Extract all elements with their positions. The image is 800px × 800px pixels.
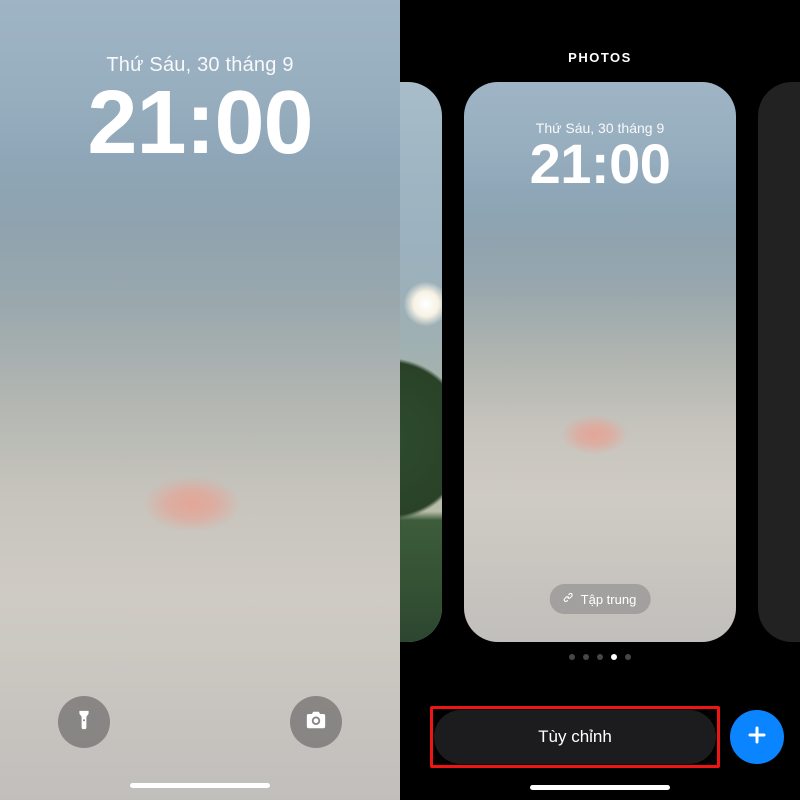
sun-glow bbox=[404, 282, 442, 326]
page-dot bbox=[583, 654, 589, 660]
wallpaper-carousel[interactable]: Thứ Sáu, 30 tháng 9 21:00 Tập trung bbox=[400, 82, 800, 642]
page-dot bbox=[625, 654, 631, 660]
wallpaper-card-current[interactable]: Thứ Sáu, 30 tháng 9 21:00 Tập trung bbox=[464, 82, 736, 642]
page-dot-active bbox=[611, 654, 617, 660]
camera-button[interactable] bbox=[290, 696, 342, 748]
wallpaper-card-next[interactable] bbox=[758, 82, 800, 642]
camera-icon bbox=[305, 709, 327, 736]
focus-pill[interactable]: Tập trung bbox=[550, 584, 651, 614]
page-dots bbox=[400, 654, 800, 660]
page-dot bbox=[569, 654, 575, 660]
trees-silhouette bbox=[400, 352, 442, 642]
home-indicator[interactable] bbox=[530, 785, 670, 790]
link-icon bbox=[562, 591, 575, 607]
plus-icon bbox=[745, 723, 769, 752]
bottom-controls: Tùy chỉnh bbox=[434, 710, 784, 764]
flashlight-icon bbox=[73, 709, 95, 736]
wallpaper-gallery: PHOTOS Thứ Sáu, 30 tháng 9 21:00 Tập tru… bbox=[400, 0, 800, 800]
page-dot bbox=[597, 654, 603, 660]
gallery-title: PHOTOS bbox=[400, 50, 800, 65]
customize-label: Tùy chỉnh bbox=[538, 727, 612, 747]
add-wallpaper-button[interactable] bbox=[730, 710, 784, 764]
preview-time: 21:00 bbox=[464, 136, 736, 192]
flashlight-button[interactable] bbox=[58, 696, 110, 748]
customize-button[interactable]: Tùy chỉnh bbox=[434, 710, 716, 764]
lock-screen: Thứ Sáu, 30 tháng 9 21:00 bbox=[0, 0, 400, 800]
focus-label: Tập trung bbox=[581, 592, 637, 607]
home-indicator[interactable] bbox=[130, 783, 270, 788]
wallpaper-card-prev[interactable] bbox=[400, 82, 442, 642]
lock-time: 21:00 bbox=[0, 78, 400, 168]
